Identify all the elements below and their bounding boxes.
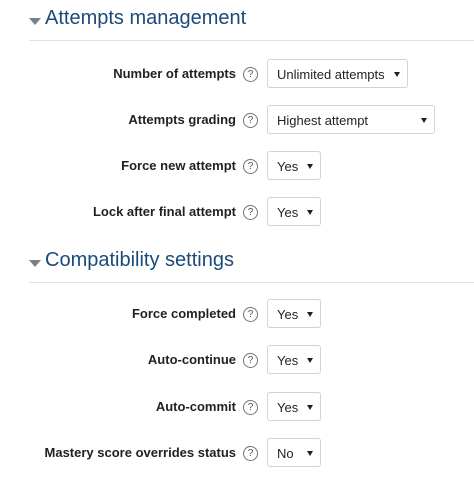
mastery-score-overrides-status-select[interactable]: No (267, 438, 321, 467)
select-value: Yes (277, 400, 299, 415)
field-label: Auto-continue (147, 352, 236, 367)
dropdown-caret-icon (307, 405, 313, 410)
select-value: Yes (277, 353, 299, 368)
section-divider (29, 40, 474, 41)
force-new-attempt-select[interactable]: Yes (267, 151, 321, 180)
field-number-of-attempts: Number of attempts ? Unlimited attempts (0, 59, 474, 89)
field-label: Attempts grading (128, 112, 236, 127)
dropdown-caret-icon (307, 451, 313, 456)
section-divider (29, 282, 474, 283)
field-label: Auto-commit (155, 399, 236, 414)
select-value: Yes (277, 307, 299, 322)
section-title[interactable]: Attempts management (45, 7, 246, 30)
field-label: Lock after final attempt (92, 204, 236, 219)
field-attempts-grading: Attempts grading ? Highest attempt (0, 105, 474, 135)
help-icon[interactable]: ? (243, 353, 258, 368)
field-label: Force new attempt (121, 158, 236, 173)
dropdown-caret-icon (307, 312, 313, 317)
select-value: Unlimited attempts (277, 67, 385, 82)
field-lock-after-final-attempt: Lock after final attempt ? Yes (0, 197, 474, 227)
force-completed-select[interactable]: Yes (267, 299, 321, 328)
select-value: Highest attempt (277, 113, 369, 128)
attempts-grading-select[interactable]: Highest attempt (267, 105, 435, 134)
field-label: Mastery score overrides status (44, 445, 236, 460)
field-mastery-score-overrides-status: Mastery score overrides status ? No (0, 438, 474, 468)
help-icon[interactable]: ? (243, 67, 258, 82)
dropdown-caret-icon (394, 72, 400, 77)
help-icon[interactable]: ? (243, 307, 258, 322)
section-compatibility-settings[interactable]: Compatibility settings (0, 242, 474, 286)
field-force-completed: Force completed ? Yes (0, 299, 474, 329)
collapse-arrow-icon[interactable] (29, 18, 41, 25)
auto-commit-select[interactable]: Yes (267, 392, 321, 421)
field-force-new-attempt: Force new attempt ? Yes (0, 151, 474, 181)
field-auto-commit: Auto-commit ? Yes (0, 392, 474, 422)
field-auto-continue: Auto-continue ? Yes (0, 345, 474, 375)
number-of-attempts-select[interactable]: Unlimited attempts (267, 59, 408, 88)
lock-after-final-attempt-select[interactable]: Yes (267, 197, 321, 226)
auto-continue-select[interactable]: Yes (267, 345, 321, 374)
section-title[interactable]: Compatibility settings (45, 249, 234, 272)
field-label: Force completed (131, 306, 236, 321)
help-icon[interactable]: ? (243, 113, 258, 128)
select-value: Yes (277, 205, 299, 220)
select-value: Yes (277, 159, 299, 174)
dropdown-caret-icon (421, 118, 427, 123)
dropdown-caret-icon (307, 358, 313, 363)
dropdown-caret-icon (307, 164, 313, 169)
help-icon[interactable]: ? (243, 400, 258, 415)
help-icon[interactable]: ? (243, 159, 258, 174)
section-attempts-management[interactable]: Attempts management (0, 0, 474, 44)
help-icon[interactable]: ? (243, 446, 258, 461)
help-icon[interactable]: ? (243, 205, 258, 220)
dropdown-caret-icon (307, 210, 313, 215)
collapse-arrow-icon[interactable] (29, 260, 41, 267)
field-label: Number of attempts (113, 66, 236, 81)
select-value: No (277, 446, 294, 461)
